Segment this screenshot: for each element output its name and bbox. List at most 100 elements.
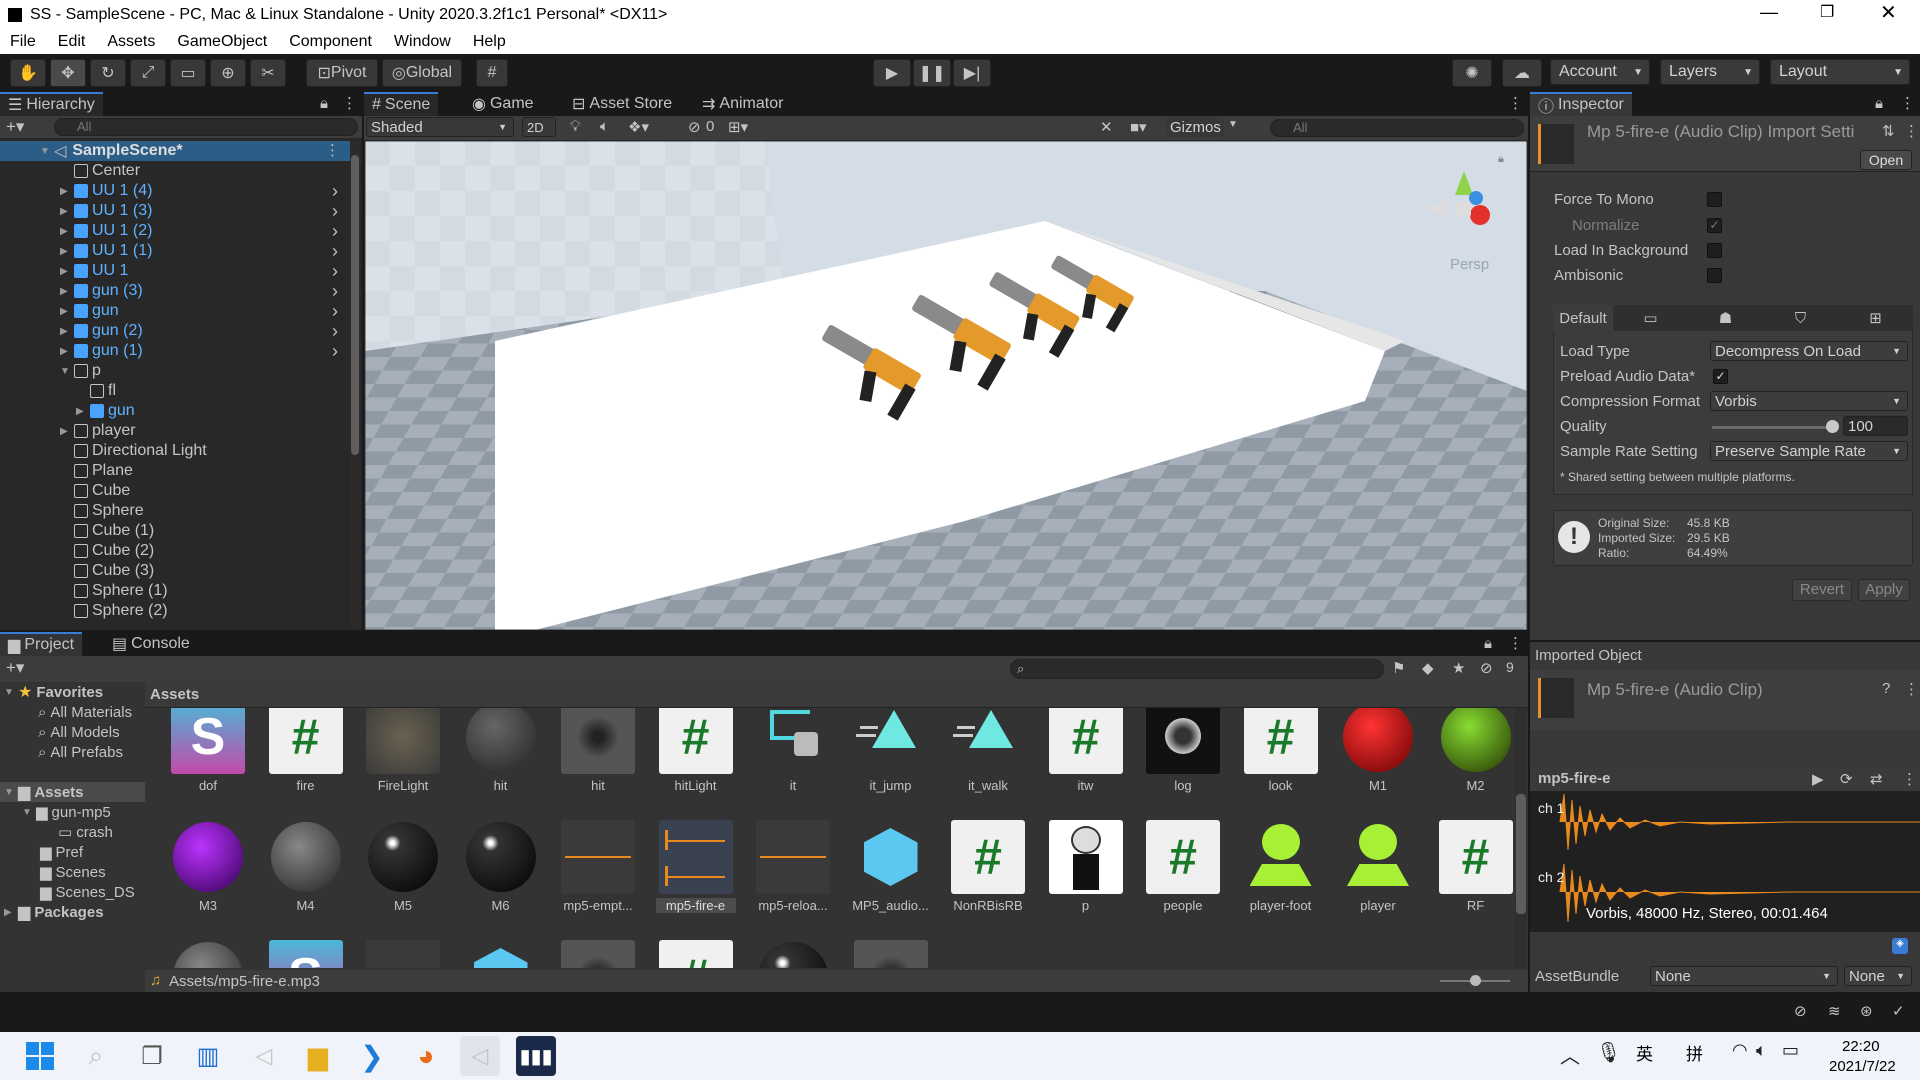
hierarchy-item[interactable]: Sphere (2) (60, 601, 168, 621)
expand-arrow-icon[interactable]: ▶ (60, 306, 74, 317)
menu-component[interactable]: Component (289, 33, 372, 51)
windows-start-icon[interactable] (20, 1036, 60, 1076)
custom-tool-icon[interactable]: ✂ (250, 59, 286, 87)
audio-icon[interactable]: 🔈︎ (600, 118, 609, 135)
scene-search-input[interactable]: All (1270, 119, 1524, 137)
volume-icon[interactable]: 🔈︎ (1756, 1040, 1767, 1061)
expand-arrow-icon[interactable]: ▶ (60, 246, 74, 257)
expand-arrow-icon[interactable]: ▶ (76, 406, 90, 417)
asset-item[interactable]: mp5-fire-e (655, 820, 736, 913)
shading-dropdown[interactable]: Shaded ▼ (366, 117, 514, 137)
loop-icon[interactable]: ⇄ (1870, 770, 1883, 788)
lock-icon[interactable]: 🔒︎ (320, 95, 328, 112)
asset-item[interactable]: M5 (363, 820, 443, 913)
android-icon[interactable]: ☗ (1688, 309, 1763, 327)
hierarchy-item[interactable]: ▶ UU 1 (3) (60, 201, 152, 221)
tab-console[interactable]: ▤ Console (104, 632, 198, 656)
asset-item[interactable]: # fire (266, 708, 346, 793)
scene-menu-icon[interactable]: ⋮ (325, 141, 340, 159)
battery-icon[interactable]: ▭ (1782, 1040, 1799, 1061)
folder-gun-mp5[interactable]: ▼ ▆ gun-mp5 (22, 802, 111, 822)
clock-date[interactable]: 2021/7/22 (1829, 1058, 1896, 1075)
asset-item[interactable]: Sdof (168, 708, 248, 793)
asset-item[interactable] (461, 940, 541, 968)
monitor-icon[interactable]: ▭ (1613, 309, 1688, 327)
expand-arrow-icon[interactable]: ▼ (60, 366, 74, 377)
tab-hierarchy[interactable]: ☰ Hierarchy (0, 92, 103, 116)
help-icon[interactable]: ? (1882, 680, 1890, 697)
collab-icon[interactable]: ✺ (1452, 59, 1492, 87)
fav-all-materials[interactable]: ⌕ All Materials (38, 702, 132, 722)
open-prefab-icon[interactable]: › (332, 321, 338, 342)
scroll-thumb[interactable] (351, 155, 359, 455)
hierarchy-item[interactable]: Directional Light (60, 441, 207, 461)
compression-dropdown[interactable]: Vorbis ▼ (1710, 391, 1908, 411)
asset-item[interactable]: it_walk (948, 708, 1028, 793)
asset-item[interactable]: # look (1241, 708, 1321, 793)
kebab-menu-icon[interactable]: ⋮ (342, 94, 357, 112)
icon-size-slider-handle[interactable] (1470, 975, 1481, 986)
tab-platform-default[interactable]: Default (1553, 305, 1613, 331)
account-dropdown[interactable]: Account ▼ (1550, 59, 1650, 85)
tab-animator[interactable]: ⇉ Animator (694, 92, 791, 116)
expand-arrow-icon[interactable]: ▶ (60, 346, 74, 357)
hierarchy-item[interactable]: Cube (60, 481, 130, 501)
tab-project[interactable]: ▆ Project (0, 632, 83, 656)
lighting-icon[interactable]: 💡︎ (570, 118, 581, 135)
asset-item[interactable]: S (266, 940, 346, 968)
grid-snap-icon[interactable]: # (476, 59, 508, 87)
hierarchy-item[interactable]: Sphere (1) (60, 581, 168, 601)
tab-game[interactable]: ◉ Game (464, 92, 542, 116)
asset-item[interactable]: FireLight (363, 708, 443, 793)
file-explorer-icon[interactable]: ▆ (298, 1036, 338, 1076)
tab-asset-store[interactable]: ⊟ Asset Store (564, 92, 680, 116)
gizmos-button[interactable]: Gizmos (1166, 117, 1224, 137)
step-button[interactable]: ▶| (953, 59, 991, 87)
transform-tool-icon[interactable]: ⊕ (210, 59, 246, 87)
layers-dropdown[interactable]: Layers ▼ (1660, 59, 1760, 85)
asset-item[interactable]: M3 (168, 820, 248, 913)
minimize-icon[interactable]: — (1760, 2, 1778, 23)
folder-scenes-ds[interactable]: ▆ Scenes_DS (40, 882, 135, 902)
layers-stack-icon[interactable]: ≋ (1828, 1002, 1841, 1020)
hierarchy-item[interactable]: ▶ gun (76, 401, 135, 421)
hierarchy-scrollbar[interactable] (350, 141, 360, 627)
rotate-tool-icon[interactable]: ↻ (90, 59, 126, 87)
hand-tool-icon[interactable]: ✋ (10, 59, 46, 87)
kebab-menu-icon[interactable]: ⋮ (1508, 634, 1523, 652)
asset-label-icon[interactable]: ◈ (1892, 938, 1908, 954)
vscode-icon[interactable]: ❯ (352, 1036, 392, 1076)
debug-icon[interactable]: ⊘ (1794, 1002, 1807, 1020)
tab-scene[interactable]: # Scene (364, 92, 439, 116)
rect-tool-icon[interactable]: ▭ (170, 59, 206, 87)
hierarchy-item[interactable]: Cube (1) (60, 521, 154, 541)
load-type-dropdown[interactable]: Decompress On Load ▼ (1710, 341, 1908, 361)
clock-time[interactable]: 22:20 (1842, 1038, 1880, 1055)
grid-toggle-icon[interactable]: ⊞▾ (728, 118, 748, 136)
open-prefab-icon[interactable]: › (332, 221, 338, 242)
asset-variant-dropdown[interactable]: None ▼ (1844, 966, 1912, 986)
html5-icon[interactable]: ⛉ (1763, 310, 1838, 327)
close-icon[interactable]: ✕ (1880, 0, 1897, 25)
menu-gameobject[interactable]: GameObject (177, 33, 267, 51)
asset-item[interactable] (168, 940, 248, 968)
gizmos-dropdown-icon[interactable]: ▼ (1228, 119, 1238, 130)
assets-node[interactable]: ▼ ▆ Assets (4, 782, 84, 802)
tab-inspector[interactable]: ⓘ Inspector (1530, 92, 1632, 116)
folder-crash[interactable]: ▭ crash (58, 822, 113, 842)
quality-input[interactable]: 100 (1843, 416, 1908, 436)
expand-arrow-icon[interactable]: ▶ (60, 226, 74, 237)
asset-item[interactable]: M4 (266, 820, 346, 913)
hierarchy-search-input[interactable]: All (54, 118, 358, 136)
tray-chevron-icon[interactable]: ︿ (1560, 1040, 1580, 1069)
folder-pref[interactable]: ▆ Pref (40, 842, 83, 862)
asset-item[interactable]: hit (461, 708, 541, 793)
auto-play-icon[interactable]: ⟳ (1840, 770, 1853, 788)
hierarchy-item[interactable]: ▶ gun (1) (60, 341, 143, 361)
menu-window[interactable]: Window (394, 33, 451, 51)
layout-dropdown[interactable]: Layout ▼ (1770, 59, 1910, 85)
lock-icon[interactable]: 🔒︎ (1875, 95, 1883, 112)
expand-arrow-icon[interactable]: ▶ (60, 206, 74, 217)
hierarchy-item[interactable]: ▶ UU 1 (4) (60, 181, 152, 201)
open-prefab-icon[interactable]: › (332, 341, 338, 362)
